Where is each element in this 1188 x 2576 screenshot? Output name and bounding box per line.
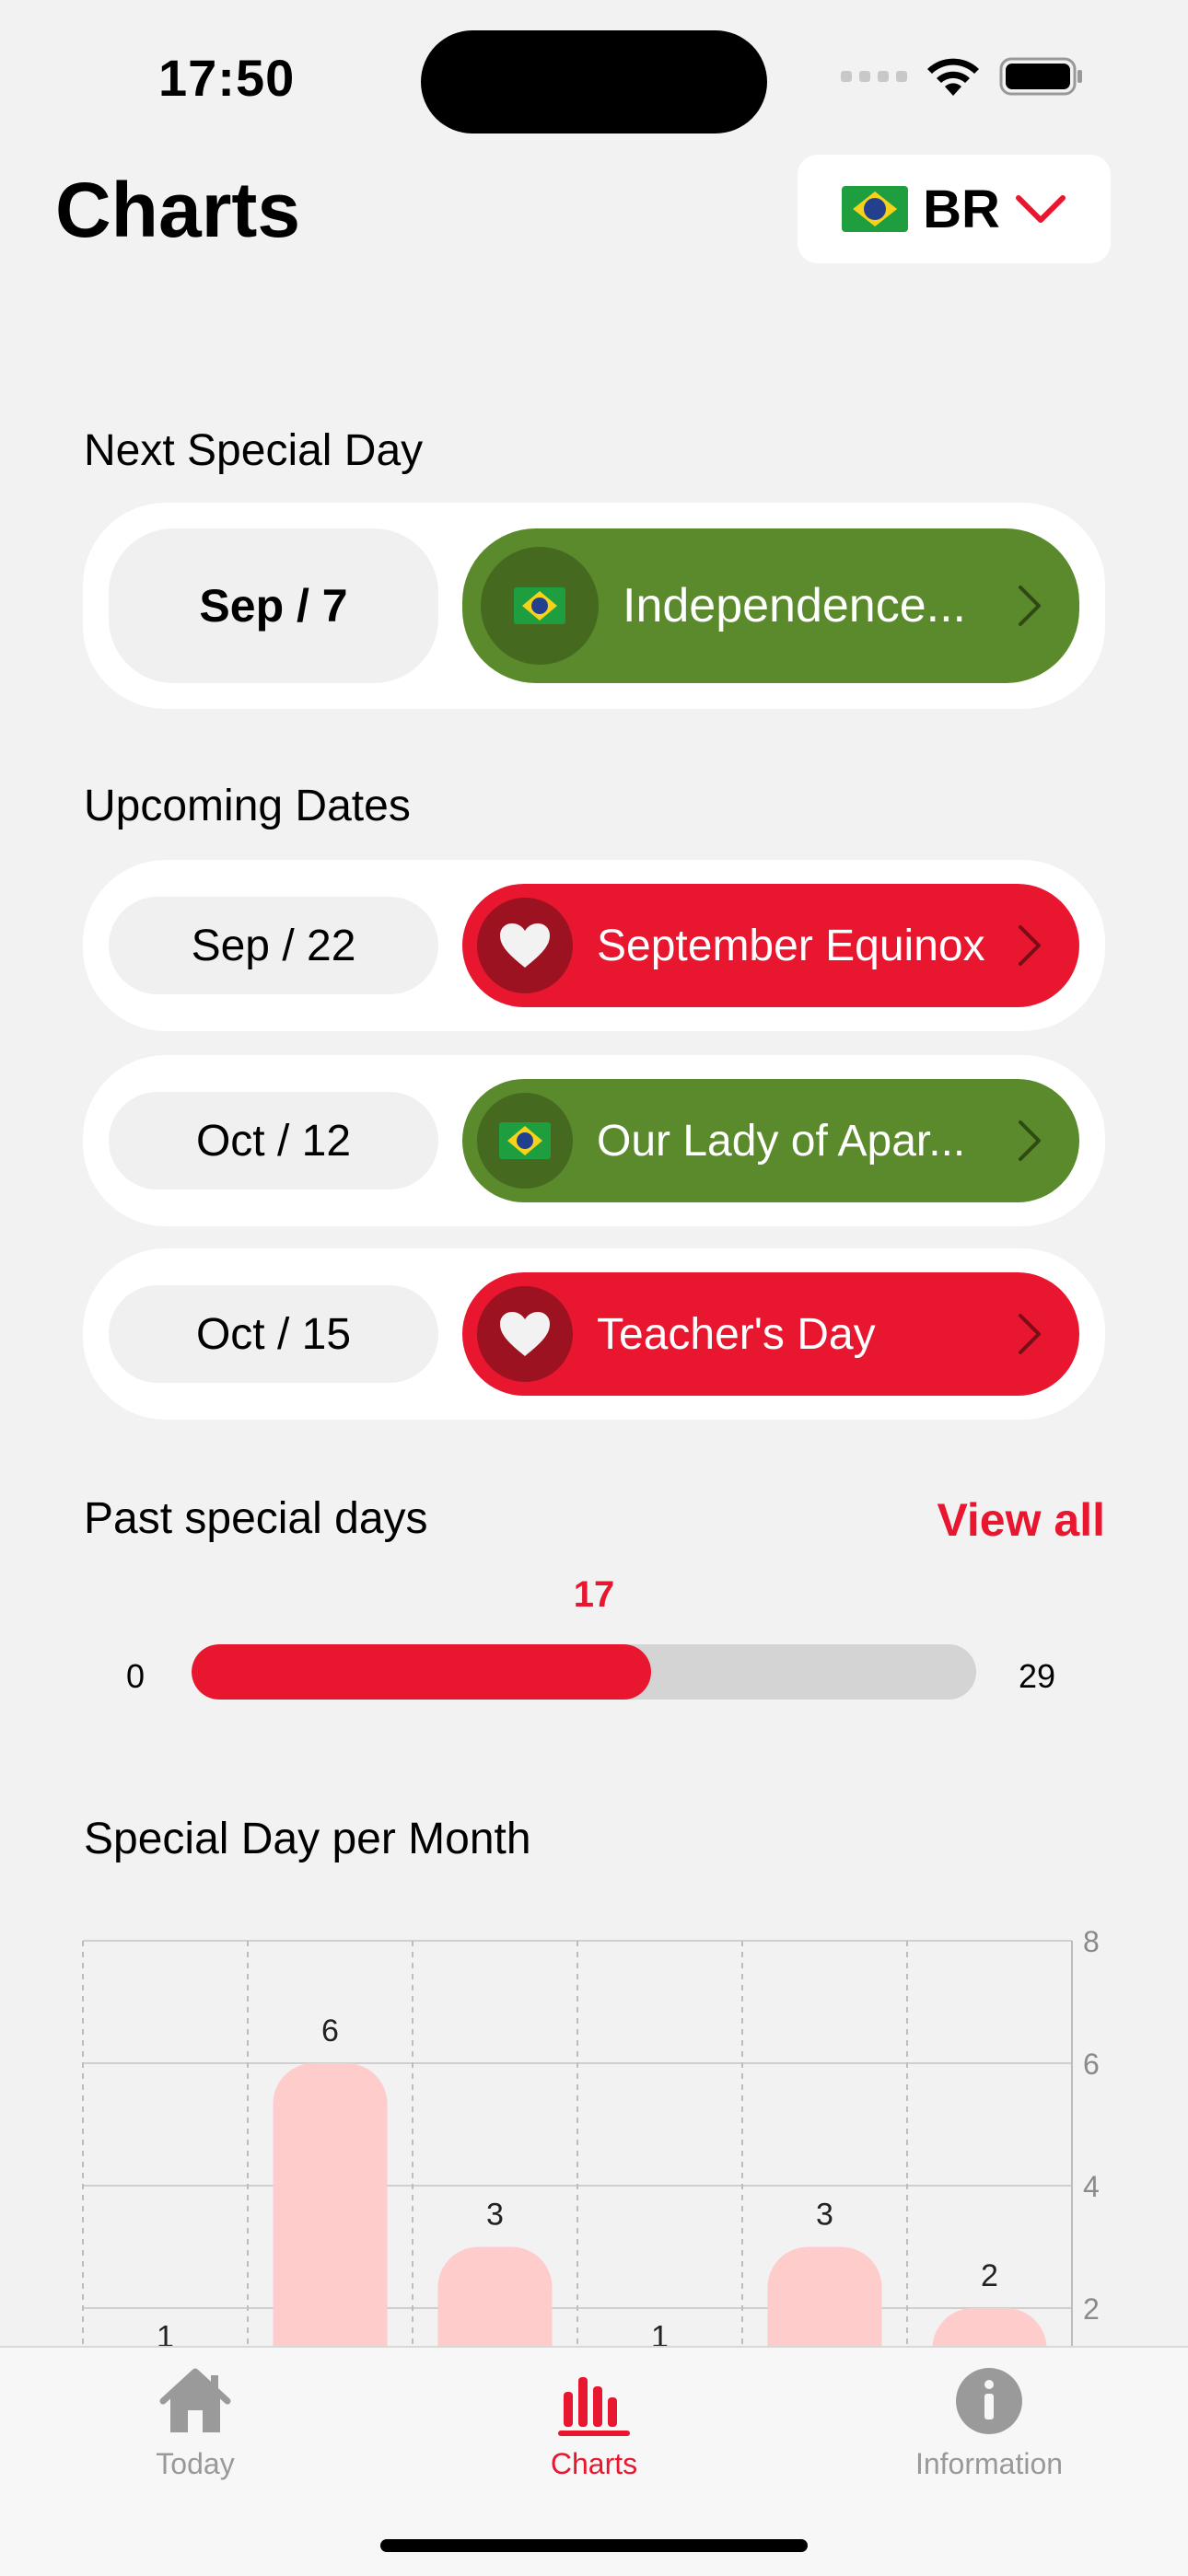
page-title: Charts	[55, 167, 301, 253]
country-selector-button[interactable]: BR	[798, 155, 1111, 263]
battery-icon	[999, 57, 1082, 96]
next-special-day-card: Sep / 7 Independence...	[83, 503, 1105, 709]
event-icon	[477, 1093, 573, 1189]
brazil-flag-icon	[842, 186, 909, 232]
progress-min: 0	[126, 1657, 146, 1695]
chevron-down-icon	[1015, 195, 1066, 223]
progress-value: 17	[573, 1574, 615, 1615]
brazil-flag-icon	[499, 1122, 551, 1159]
heart-icon	[500, 923, 550, 968]
tab-label: Information	[914, 2447, 1064, 2480]
upcoming-event-button[interactable]: Our Lady of Apar...	[462, 1079, 1079, 1202]
bar-data-label: 1	[651, 2320, 669, 2347]
heart-icon	[500, 1312, 550, 1356]
upcoming-dates-label: Upcoming Dates	[84, 782, 411, 830]
upcoming-card: Oct / 15 Teacher's Day	[83, 1248, 1105, 1420]
y-tick-label: 2	[1083, 2292, 1100, 2326]
info-icon	[956, 2368, 1022, 2434]
brazil-flag-icon	[514, 587, 565, 624]
month-bar-chart: 8 6 4 2 1 6 3 1 3 2	[82, 1925, 1100, 2347]
bar	[437, 2246, 553, 2346]
tab-charts[interactable]: Charts	[456, 2364, 732, 2481]
y-tick-label: 6	[1083, 2048, 1100, 2081]
next-special-day-label: Next Special Day	[84, 426, 424, 475]
date-pill: Sep / 7	[109, 528, 438, 683]
chevron-right-icon	[1019, 925, 1041, 966]
bar	[273, 2063, 388, 2346]
status-indicators	[841, 55, 1084, 98]
date-pill: Oct / 15	[109, 1285, 438, 1383]
country-code: BR	[923, 179, 1000, 239]
y-tick-label: 8	[1083, 1925, 1100, 1958]
tab-today[interactable]: Today	[57, 2364, 333, 2481]
progress-max: 29	[1019, 1657, 1056, 1695]
date-pill: Sep / 22	[109, 897, 438, 994]
bar	[767, 2246, 882, 2346]
upcoming-event-button[interactable]: September Equinox	[462, 884, 1079, 1007]
tab-label: Charts	[550, 2447, 638, 2480]
event-title: Our Lady of Apar...	[597, 1116, 966, 1166]
cellular-signal-icon	[841, 71, 907, 82]
bar-data-label: 1	[157, 2320, 174, 2347]
y-tick-label: 4	[1083, 2170, 1100, 2203]
bar-data-label: 3	[816, 2198, 833, 2233]
upcoming-card: Sep / 22 September Equinox	[83, 860, 1105, 1031]
chevron-right-icon	[1019, 1120, 1041, 1161]
status-time: 17:50	[158, 49, 296, 107]
bar	[932, 2308, 1047, 2346]
dynamic-island	[421, 30, 767, 133]
wifi-icon	[927, 58, 979, 96]
bar-data-label: 6	[321, 2013, 339, 2048]
event-title: Independence...	[623, 579, 966, 632]
event-title: September Equinox	[597, 921, 985, 970]
progress-track	[192, 1644, 976, 1700]
chevron-right-icon	[1019, 586, 1041, 626]
upcoming-event-button[interactable]: Teacher's Day	[462, 1272, 1079, 1396]
event-icon	[481, 547, 599, 665]
bar-data-label: 2	[981, 2258, 998, 2293]
event-title: Teacher's Day	[597, 1309, 876, 1359]
home-indicator	[380, 2539, 808, 2552]
chevron-right-icon	[1019, 1314, 1041, 1354]
next-special-day-event-button[interactable]: Independence...	[462, 528, 1079, 683]
past-special-days-label: Past special days	[84, 1494, 428, 1543]
event-icon	[477, 898, 573, 993]
view-all-link[interactable]: View all	[937, 1493, 1105, 1547]
date-pill: Oct / 12	[109, 1092, 438, 1189]
special-day-per-month-label: Special Day per Month	[84, 1815, 531, 1863]
bar-chart-icon	[558, 2377, 630, 2436]
tab-label: Today	[156, 2447, 235, 2480]
upcoming-card: Oct / 12 Our Lady of Apar...	[83, 1055, 1105, 1226]
bar-data-label: 3	[486, 2198, 504, 2233]
tab-information[interactable]: Information	[851, 2364, 1127, 2481]
house-icon	[159, 2368, 231, 2432]
progress-fill	[192, 1644, 652, 1700]
event-icon	[477, 1286, 573, 1382]
